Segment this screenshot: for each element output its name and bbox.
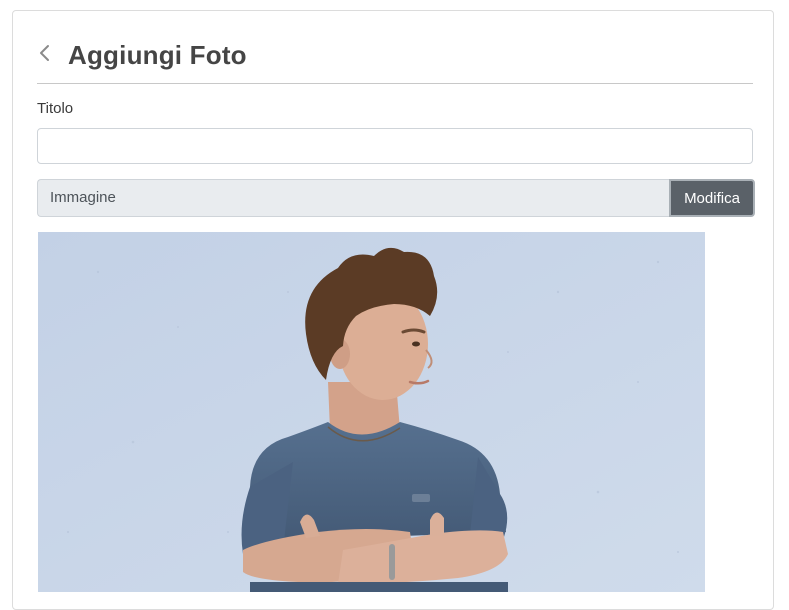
page-header: Aggiungi Foto xyxy=(37,37,753,84)
photo-preview xyxy=(38,232,705,592)
title-input[interactable] xyxy=(37,128,753,164)
back-button[interactable] xyxy=(37,41,53,65)
page-title: Aggiungi Foto xyxy=(68,40,247,70)
image-file-input[interactable]: Immagine Modifica xyxy=(37,179,755,217)
chevron-left-icon xyxy=(40,45,49,61)
add-photo-card: Aggiungi Foto Titolo Immagine Modifica xyxy=(12,10,774,610)
image-file-label[interactable]: Immagine xyxy=(37,179,669,217)
edit-image-button[interactable]: Modifica xyxy=(669,179,755,217)
title-label: Titolo xyxy=(37,100,74,117)
